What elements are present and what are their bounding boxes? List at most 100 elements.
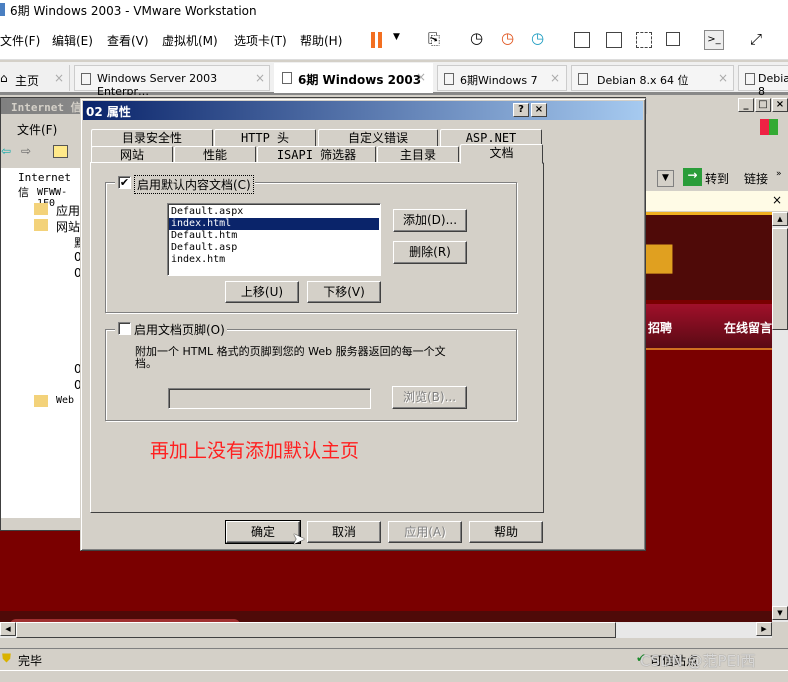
dropdown-icon[interactable]: ▼ [393, 32, 400, 42]
stretch-icon[interactable]: ⤢ [750, 30, 762, 48]
footer-description: 附加一个 HTML 格式的页脚到您的 Web 服务器返回的每一个文档。 [135, 345, 446, 370]
tab-vm[interactable]: Debian 8.x 64 位 × [571, 65, 734, 91]
enable-footer-label[interactable]: 启用文档页脚(O) [134, 321, 225, 338]
horizontal-scrollbar[interactable]: ◀ ▶ [0, 622, 772, 638]
menu-file[interactable]: 文件(F) [0, 32, 40, 49]
tab-performance[interactable]: 性能 [174, 146, 256, 163]
document-list[interactable]: Default.aspx index.html Default.htm Defa… [167, 203, 381, 276]
browse-button[interactable]: 浏览(B)... [392, 386, 467, 409]
windows-logo-icon [760, 119, 778, 135]
move-up-button[interactable]: 上移(U) [225, 281, 299, 303]
iis-menu-file[interactable]: 文件(F) [17, 121, 57, 138]
folder-icon [34, 203, 48, 215]
dialog-title: 02 属性 [86, 105, 131, 119]
scroll-left-button[interactable]: ◀ [0, 622, 16, 636]
terminal-icon[interactable]: >_ [704, 30, 724, 50]
close-icon[interactable]: × [255, 71, 265, 85]
menu-help[interactable]: 帮助(H) [300, 32, 342, 49]
enable-footer-checkbox[interactable] [118, 322, 131, 335]
host-menubar: 文件(F) 编辑(E) 查看(V) 虚拟机(M) 选项卡(T) 帮助(H) ▼ … [0, 20, 788, 60]
tab-vm[interactable]: 6期Windows 7 × [437, 65, 567, 91]
go-button[interactable]: 转到 [705, 170, 729, 187]
go-arrow-icon[interactable]: → [683, 168, 702, 186]
footer-path-input[interactable] [168, 388, 371, 409]
enable-default-document-label[interactable]: 启用默认内容文档(C) [134, 175, 254, 194]
scroll-thumb[interactable] [772, 228, 788, 330]
close-icon[interactable]: × [550, 71, 560, 85]
tab-http-headers[interactable]: HTTP 头 [214, 129, 316, 147]
revert-snapshot-icon[interactable]: ◷ [501, 29, 514, 47]
tab-website[interactable]: 网站 [91, 146, 173, 163]
tab-vm[interactable]: Windows Server 2003 Enterpr… × [74, 65, 270, 98]
close-icon[interactable]: × [416, 70, 426, 84]
status-bar: ⛊ 完毕 ✔ 可信站点 CSDN @范PEI西 [0, 648, 788, 670]
unity-icon[interactable] [666, 32, 680, 46]
list-item[interactable]: Default.htm [169, 230, 379, 242]
close-icon[interactable]: × [772, 193, 782, 207]
vm-icon [745, 73, 755, 85]
watermark: CSDN @范PEI西 [640, 652, 756, 670]
tab-isapi-filters[interactable]: ISAPI 筛选器 [257, 146, 376, 163]
help-dialog-button[interactable]: 帮助 [469, 521, 543, 543]
forward-icon[interactable]: ⇨ [21, 144, 31, 158]
scroll-thumb[interactable] [16, 622, 616, 638]
add-button[interactable]: 添加(D)... [393, 209, 467, 232]
vm-icon [81, 73, 91, 85]
list-item-selected[interactable]: index.html [169, 218, 379, 230]
cancel-button[interactable]: 取消 [307, 521, 381, 543]
tab-home[interactable]: ⌂ 主页 × [0, 65, 70, 91]
sidebar-view-icon[interactable] [574, 32, 590, 48]
info-bar[interactable]: × [640, 191, 788, 211]
vertical-scrollbar[interactable]: ▲ ▼ [772, 212, 788, 622]
list-item[interactable]: index.htm [169, 254, 379, 266]
address-dropdown-icon[interactable]: ▼ [657, 170, 674, 187]
tab-home-directory[interactable]: 主目录 [377, 146, 459, 163]
tab-directory-security[interactable]: 目录安全性 [91, 129, 213, 147]
scroll-down-button[interactable]: ▼ [772, 606, 788, 620]
pause-icon[interactable] [371, 32, 375, 48]
up-folder-icon[interactable] [53, 145, 68, 158]
snapshot-icon[interactable]: ◷ [470, 29, 483, 47]
ok-button[interactable]: 确定 [225, 520, 301, 544]
move-down-button[interactable]: 下移(V) [307, 281, 381, 303]
mouse-cursor-icon: ➤ [292, 529, 306, 548]
send-keys-icon[interactable]: ⎘ [428, 30, 440, 48]
window-title: 6期 Windows 2003 - VMware Workstation [10, 4, 257, 18]
close-button[interactable]: × [772, 98, 788, 112]
menu-view[interactable]: 查看(V) [107, 32, 149, 49]
snapshot-manager-icon[interactable]: ◷ [531, 29, 544, 47]
back-icon[interactable]: ⇦ [1, 144, 11, 158]
scroll-up-button[interactable]: ▲ [772, 212, 788, 226]
enable-default-document-checkbox[interactable]: ✔ [118, 176, 131, 189]
shield-icon: ⛊ [2, 651, 12, 665]
close-icon[interactable]: × [54, 71, 64, 85]
close-icon[interactable]: × [718, 71, 728, 85]
scroll-right-button[interactable]: ▶ [756, 622, 772, 636]
close-button[interactable]: × [531, 103, 547, 117]
list-item[interactable]: Default.asp [169, 242, 379, 254]
host-titlebar: 6期 Windows 2003 - VMware Workstation [0, 0, 788, 20]
help-button[interactable]: ? [513, 103, 529, 117]
apply-button[interactable]: 应用(A) [388, 521, 462, 543]
folder-icon [34, 219, 48, 231]
minimize-button[interactable]: _ [738, 98, 754, 112]
properties-dialog: 02 属性 ? × 目录安全性 HTTP 头 自定义错误 ASP.NET 网站 … [80, 98, 646, 551]
chevron-icon[interactable]: » [776, 169, 782, 179]
tab-vm[interactable]: Debian 8 [738, 65, 788, 98]
nav-link-guestbook[interactable]: 在线留言 [724, 319, 772, 336]
tab-documents[interactable]: 文档 [460, 144, 543, 164]
annotation-text: 再加上没有添加默认主页 [150, 440, 360, 462]
menu-edit[interactable]: 编辑(E) [52, 32, 93, 49]
tab-custom-errors[interactable]: 自定义错误 [318, 129, 438, 147]
maximize-button[interactable]: □ [755, 98, 771, 112]
dialog-titlebar: 02 属性 ? × [83, 101, 643, 120]
console-view-icon[interactable] [606, 32, 622, 48]
nav-link-recruit[interactable]: 招聘 [648, 319, 672, 336]
remove-button[interactable]: 删除(R) [393, 241, 467, 264]
list-item[interactable]: Default.aspx [169, 206, 379, 218]
menu-vm[interactable]: 虚拟机(M) [162, 32, 218, 49]
links-button[interactable]: 链接 [744, 170, 768, 187]
fullscreen-icon[interactable] [636, 32, 652, 48]
tab-vm-active[interactable]: 6期 Windows 2003 × [274, 63, 433, 93]
menu-tabs[interactable]: 选项卡(T) [234, 32, 287, 49]
